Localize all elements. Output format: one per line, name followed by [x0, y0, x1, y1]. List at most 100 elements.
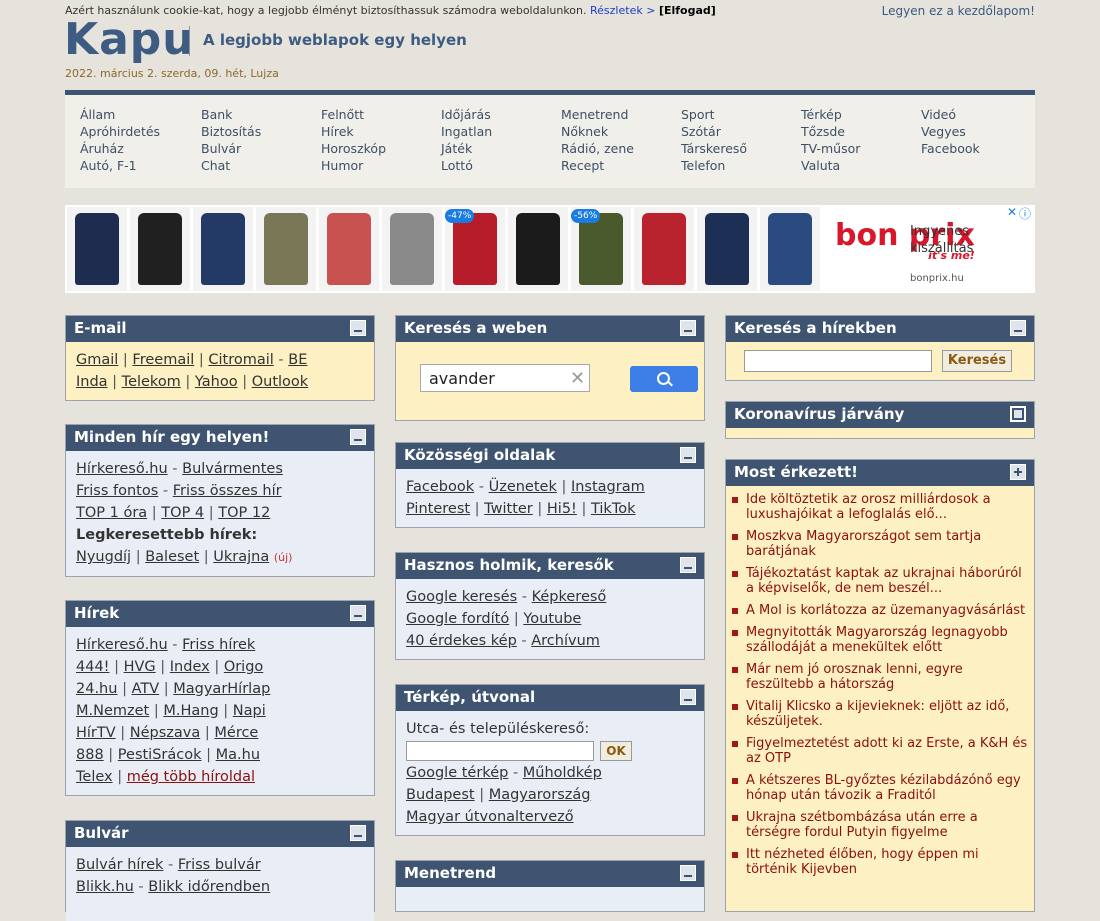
category-link[interactable]: Lottó — [441, 157, 492, 174]
ad-product[interactable] — [760, 207, 820, 291]
category-link[interactable]: Felnőtt — [321, 106, 386, 123]
category-link[interactable]: Időjárás — [441, 106, 492, 123]
news-link[interactable]: M.Nemzet — [76, 703, 149, 719]
latest-news-item[interactable]: Már nem jó orosznak lenni, egyre feszült… — [732, 662, 1028, 692]
more-news-link[interactable]: még több híroldal — [127, 769, 255, 785]
ad-product[interactable] — [193, 207, 253, 291]
set-homepage-link[interactable]: Legyen ez a kezdőlapom! — [882, 4, 1035, 18]
category-link[interactable]: Humor — [321, 157, 386, 174]
news-link[interactable]: Friss összes hír — [173, 483, 282, 499]
ad-product[interactable] — [319, 207, 379, 291]
category-link[interactable]: Ingatlan — [441, 123, 492, 140]
news-link[interactable]: HírTV — [76, 725, 116, 741]
ad-product[interactable] — [256, 207, 316, 291]
news-search-input[interactable] — [744, 350, 932, 372]
category-link[interactable]: Térkép — [801, 106, 860, 123]
category-link[interactable]: Játék — [441, 140, 492, 157]
news-link[interactable]: Hírkereső.hu — [76, 461, 168, 477]
category-link[interactable]: Chat — [201, 157, 261, 174]
ad-product[interactable] — [67, 207, 127, 291]
news-link[interactable]: HVG — [124, 659, 156, 675]
news-link[interactable]: Index — [170, 659, 210, 675]
useful-link[interactable]: Archívum — [531, 633, 600, 649]
email-link[interactable]: Gmail — [76, 352, 118, 368]
street-search-ok-button[interactable]: OK — [600, 741, 632, 761]
web-search-input[interactable]: avander — [420, 364, 590, 392]
category-link[interactable]: TV-műsor — [801, 140, 860, 157]
news-link[interactable]: PestiSrácok — [118, 747, 202, 763]
collapse-icon[interactable] — [1010, 320, 1026, 336]
social-link[interactable]: Facebook — [406, 479, 474, 495]
news-search-button[interactable]: Keresés — [942, 350, 1012, 372]
social-link[interactable]: Pinterest — [406, 501, 470, 517]
category-link[interactable]: Nőknek — [561, 123, 634, 140]
category-link[interactable]: Horoszkóp — [321, 140, 386, 157]
category-link[interactable]: Vegyes — [921, 123, 980, 140]
useful-link[interactable]: Képkereső — [532, 589, 607, 605]
category-link[interactable]: Szótár — [681, 123, 747, 140]
email-link[interactable]: Inda — [76, 374, 108, 390]
category-link[interactable]: Recept — [561, 157, 634, 174]
social-link[interactable]: TikTok — [591, 501, 636, 517]
latest-news-item[interactable]: A Mol is korlátozza az üzemanyagvásárlás… — [732, 603, 1028, 618]
news-link[interactable]: Baleset — [145, 549, 199, 565]
ad-close-icon[interactable]: ✕ — [1007, 205, 1017, 219]
tabloid-link[interactable]: Blikk időrendben — [148, 879, 270, 895]
tabloid-link[interactable]: Blikk.hu — [76, 879, 134, 895]
ad-banner[interactable]: -47% -56% bon prix it's me! Ingyenes kiszá… — [65, 205, 1035, 293]
news-link[interactable]: Ma.hu — [216, 747, 260, 763]
news-link[interactable]: Friss hírek — [182, 637, 255, 653]
ad-product[interactable] — [634, 207, 694, 291]
collapse-icon[interactable] — [350, 320, 366, 336]
news-link[interactable]: Telex — [76, 769, 113, 785]
ad-product[interactable]: -56% — [571, 207, 631, 291]
latest-news-item[interactable]: A kétszeres BL-győztes kézilabdázónő egy… — [732, 773, 1028, 803]
news-link[interactable]: Origo — [224, 659, 263, 675]
ad-product[interactable] — [697, 207, 757, 291]
email-link[interactable]: BE — [288, 352, 307, 368]
expand-icon[interactable] — [1010, 406, 1026, 422]
category-link[interactable]: Rádió, zene — [561, 140, 634, 157]
news-link[interactable]: TOP 1 óra — [76, 505, 147, 521]
ad-product[interactable] — [382, 207, 442, 291]
latest-news-item[interactable]: Itt nézheted élőben, hogy éppen mi törté… — [732, 847, 1028, 877]
latest-news-item[interactable]: Figyelmeztetést adott ki az Erste, a K&H… — [732, 736, 1028, 766]
social-link[interactable]: Twitter — [484, 501, 533, 517]
category-link[interactable]: Videó — [921, 106, 980, 123]
email-link[interactable]: Outlook — [252, 374, 308, 390]
news-link[interactable]: Friss fontos — [76, 483, 158, 499]
news-link[interactable]: Népszava — [130, 725, 201, 741]
news-link[interactable]: Bulvármentes — [182, 461, 283, 477]
category-link[interactable]: Bulvár — [201, 140, 261, 157]
news-link[interactable]: Nyugdíj — [76, 549, 131, 565]
news-link[interactable]: Napi — [233, 703, 266, 719]
latest-news-item[interactable]: Ide költöztetik az orosz milliárdosok a … — [732, 492, 1028, 522]
email-link[interactable]: Freemail — [132, 352, 194, 368]
social-link[interactable]: Instagram — [571, 479, 645, 495]
latest-news-item[interactable]: Moszkva Magyarországot sem tartja barátj… — [732, 529, 1028, 559]
map-link[interactable]: Google térkép — [406, 765, 508, 781]
collapse-icon[interactable] — [680, 447, 696, 463]
category-link[interactable]: Autó, F-1 — [80, 157, 160, 174]
news-link[interactable]: Mérce — [214, 725, 258, 741]
latest-news-item[interactable]: Megnyitották Magyarország legnagyobb szá… — [732, 625, 1028, 655]
social-link[interactable]: Üzenetek — [489, 479, 557, 495]
category-link[interactable]: Hírek — [321, 123, 386, 140]
category-link[interactable]: Sport — [681, 106, 747, 123]
category-link[interactable]: Tőzsde — [801, 123, 860, 140]
news-link[interactable]: 888 — [76, 747, 104, 763]
news-link[interactable]: MagyarHírlap — [173, 681, 270, 697]
collapse-icon[interactable] — [350, 429, 366, 445]
map-link[interactable]: Magyar útvonaltervező — [406, 809, 574, 825]
collapse-icon[interactable] — [680, 865, 696, 881]
site-logo[interactable]: Kapu — [64, 14, 195, 65]
email-link[interactable]: Yahoo — [195, 374, 238, 390]
collapse-icon[interactable] — [350, 605, 366, 621]
collapse-icon[interactable] — [680, 557, 696, 573]
cookie-accept-button[interactable]: [Elfogad] — [659, 4, 716, 17]
map-link[interactable]: Magyarország — [489, 787, 591, 803]
category-link[interactable]: Bank — [201, 106, 261, 123]
news-link[interactable]: TOP 4 — [161, 505, 204, 521]
useful-link[interactable]: Google fordító — [406, 611, 509, 627]
collapse-icon[interactable] — [680, 320, 696, 336]
